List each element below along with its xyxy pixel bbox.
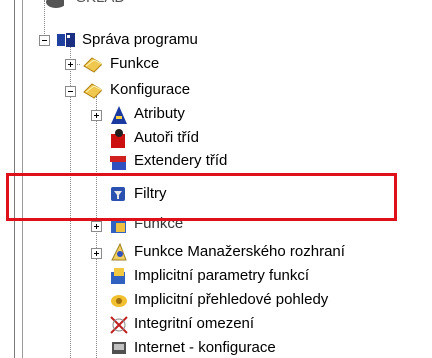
tree-item-funkce-manazerskeho-rozhrani[interactable]: Funkce Manažerského rozhraní xyxy=(134,242,345,262)
app-cube-icon xyxy=(57,33,75,47)
integrity-icon xyxy=(110,316,128,334)
folder-icon xyxy=(83,57,102,73)
tree-item-funkce[interactable]: Funkce xyxy=(110,54,159,74)
expand-expander[interactable] xyxy=(65,59,76,70)
manager-functions-icon xyxy=(111,242,127,261)
gear-icon xyxy=(46,0,64,8)
tree-item-implicitni-parametry-funkci[interactable]: Implicitní parametry funkcí xyxy=(134,266,309,286)
default-views-icon xyxy=(111,295,127,307)
expand-expander[interactable] xyxy=(91,248,102,259)
tree-item-integritni-omezeni[interactable]: Integritní omezení xyxy=(134,314,254,334)
tree-item-implicitni-prehledove-pohledy[interactable]: Implicitní přehledové pohledy xyxy=(134,290,328,310)
expand-expander[interactable] xyxy=(91,110,102,121)
tree-item-autori-trid[interactable]: Autoři tříd xyxy=(134,128,199,148)
tree-item-sprava-programu[interactable]: Správa programu xyxy=(82,30,198,50)
collapse-expander[interactable] xyxy=(65,86,76,97)
highlight-box xyxy=(6,173,397,221)
tree-item-label: SKLAD xyxy=(76,0,125,8)
collapse-expander[interactable] xyxy=(39,35,50,46)
class-extenders-icon xyxy=(110,156,126,170)
tree-item-extendery-trid[interactable]: Extendery tříd xyxy=(134,151,227,171)
attributes-icon xyxy=(111,106,127,124)
tree-item-konfigurace[interactable]: Konfigurace xyxy=(110,80,190,100)
expand-expander[interactable] xyxy=(91,221,102,232)
default-params-icon xyxy=(111,268,125,284)
folder-icon xyxy=(83,83,102,99)
tree-item-atributy[interactable]: Atributy xyxy=(134,104,185,124)
internet-config-icon xyxy=(112,342,126,354)
tree-item-internet-konfigurace[interactable]: Internet - konfigurace xyxy=(134,338,276,358)
class-authors-icon xyxy=(111,129,125,148)
